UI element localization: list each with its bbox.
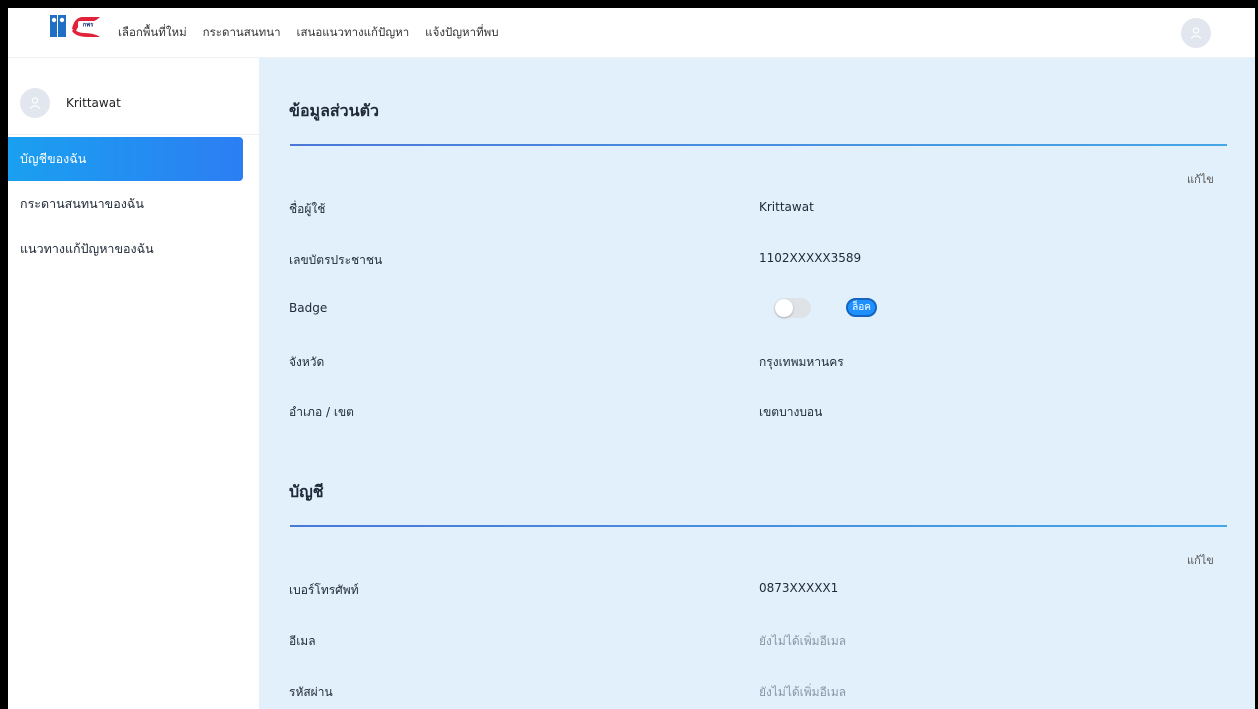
sidebar-profile: Krittawat (20, 88, 121, 118)
main-content: ข้อมูลส่วนตัว แก้ไข ชื่อผู้ใช้ Krittawat… (259, 58, 1255, 709)
lock-badge: ล็อค (846, 298, 877, 317)
value-id-card: 1102XXXXX3589 (759, 251, 862, 265)
divider (8, 134, 259, 135)
avatar (20, 88, 50, 118)
value-district: เขตบางบอน (759, 405, 823, 419)
value-phone: 0873XXXXX1 (759, 581, 839, 595)
section-title-personal: ข้อมูลส่วนตัว (289, 101, 379, 120)
edit-account-button[interactable]: แก้ไข (1187, 551, 1214, 569)
sidebar-item-label: บัญชีของฉัน (20, 151, 87, 166)
sidebar-item-my-discussions[interactable]: กระดานสนทนาของฉัน (8, 182, 243, 226)
user-icon (1190, 27, 1202, 39)
label-password: รหัสผ่าน (289, 685, 333, 699)
edit-personal-button[interactable]: แก้ไข (1187, 170, 1214, 188)
sidebar-item-label: แนวทางแก้ปัญหาของฉัน (20, 241, 154, 256)
section-title-account: บัญชี (289, 482, 324, 501)
label-province: จังหวัด (289, 355, 325, 369)
value-password: ยังไม่ได้เพิ่มอีเมล (759, 685, 847, 699)
label-badge: Badge (289, 301, 328, 315)
value-province: กรุงเทพมหานคร (759, 355, 844, 369)
section-divider (290, 525, 1227, 527)
user-avatar-button[interactable] (1181, 18, 1211, 48)
nav-link-discussion-board[interactable]: กระดานสนทนา (203, 24, 281, 42)
label-username: ชื่อผู้ใช้ (289, 202, 326, 216)
toggle-knob (775, 299, 793, 317)
label-district: อำเภอ / เขต (289, 405, 354, 419)
section-divider (290, 144, 1227, 146)
top-navigation: กพร เลือกพื้นที่ใหม่ กระดานสนทนา เสนอแนว… (8, 8, 1255, 58)
nav-link-report-problem[interactable]: แจ้งปัญหาที่พบ (425, 24, 498, 42)
nav-links: เลือกพื้นที่ใหม่ กระดานสนทนา เสนอแนวทางแ… (118, 8, 515, 58)
app-window: กพร เลือกพื้นที่ใหม่ กระดานสนทนา เสนอแนว… (8, 8, 1255, 709)
svg-text:กพร: กพร (83, 22, 95, 29)
value-email: ยังไม่ได้เพิ่มอีเมล (759, 634, 847, 648)
sidebar-item-label: กระดานสนทนาของฉัน (20, 196, 144, 211)
user-icon (29, 97, 41, 109)
nav-link-select-area[interactable]: เลือกพื้นที่ใหม่ (118, 24, 187, 42)
badge-toggle[interactable] (774, 298, 811, 318)
logo[interactable]: กพร (50, 15, 104, 41)
nav-link-propose-solution[interactable]: เสนอแนวทางแก้ปัญหา (297, 24, 410, 42)
label-phone: เบอร์โทรศัพท์ (289, 583, 359, 597)
sidebar: Krittawat บัญชีของฉัน กระดานสนทนาของฉัน … (8, 58, 259, 709)
profile-name: Krittawat (66, 96, 121, 110)
value-username: Krittawat (759, 200, 814, 214)
sidebar-item-my-solutions[interactable]: แนวทางแก้ปัญหาของฉัน (8, 227, 243, 271)
label-id-card: เลขบัตรประชาชน (289, 253, 383, 267)
sidebar-item-my-account[interactable]: บัญชีของฉัน (8, 137, 243, 181)
label-email: อีเมล (289, 634, 316, 648)
